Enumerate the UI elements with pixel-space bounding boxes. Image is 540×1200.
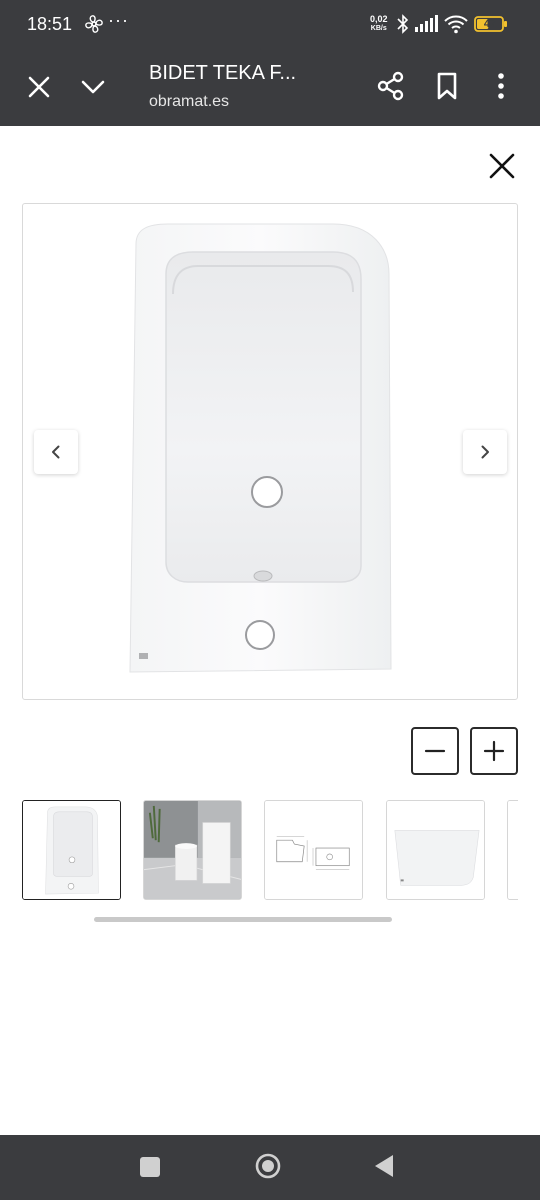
fan-icon [85, 15, 103, 33]
bidet-side-thumbnail-image [387, 801, 484, 899]
thumbnail-bathroom-scene[interactable] [143, 800, 242, 900]
bidet-image [129, 223, 392, 673]
recents-button[interactable] [140, 1157, 160, 1177]
thumbnail-strip[interactable] [22, 800, 518, 902]
main-image[interactable] [22, 203, 518, 700]
signal-icon [415, 15, 438, 32]
network-speed-unit: KB/s [370, 25, 387, 32]
share-icon[interactable] [376, 70, 406, 102]
page-domain: obramat.es [149, 93, 230, 110]
close-icon[interactable] [24, 72, 54, 102]
plus-icon [483, 740, 505, 762]
battery-level: 47 [483, 18, 497, 30]
home-icon[interactable] [254, 1152, 282, 1180]
chevron-left-icon [52, 445, 60, 459]
more-vert-icon[interactable] [488, 70, 514, 102]
status-bar: 18:51 ··· 0,02 KB/s 47 [0, 0, 540, 48]
zoom-out-button[interactable] [411, 727, 459, 775]
thumbnail-partial[interactable] [507, 800, 518, 900]
system-nav-bar [0, 1135, 540, 1200]
zoom-in-button[interactable] [470, 727, 518, 775]
chevron-right-icon [481, 445, 489, 459]
minus-icon [424, 749, 446, 753]
next-image-button[interactable] [463, 430, 507, 474]
back-icon[interactable] [372, 1153, 396, 1179]
thumbnail-bidet-top[interactable] [22, 800, 121, 900]
network-speed-value: 0,02 [370, 14, 388, 24]
status-more-dots: ··· [108, 10, 129, 30]
bidet-thumbnail-image [23, 801, 120, 899]
prev-image-button[interactable] [34, 430, 78, 474]
bluetooth-icon [397, 14, 409, 34]
thumbnail-technical-drawing[interactable] [264, 800, 363, 900]
thumbnail-bidet-side[interactable] [386, 800, 485, 900]
close-icon[interactable] [486, 150, 518, 182]
technical-drawing-thumbnail-image [265, 801, 362, 899]
wifi-icon [444, 15, 468, 34]
thumbnail-scrollbar[interactable] [94, 917, 392, 922]
network-speed: 0,02 KB/s [370, 15, 388, 33]
bathroom-thumbnail-image [144, 801, 241, 899]
status-time: 18:51 [27, 14, 73, 34]
bookmark-icon[interactable] [432, 70, 462, 102]
app-bar: BIDET TEKA F... obramat.es [0, 48, 540, 126]
chevron-down-icon[interactable] [78, 72, 108, 102]
partial-thumbnail-image [508, 801, 518, 899]
page-title: BIDET TEKA F... [149, 62, 297, 84]
image-viewer [0, 126, 540, 1135]
